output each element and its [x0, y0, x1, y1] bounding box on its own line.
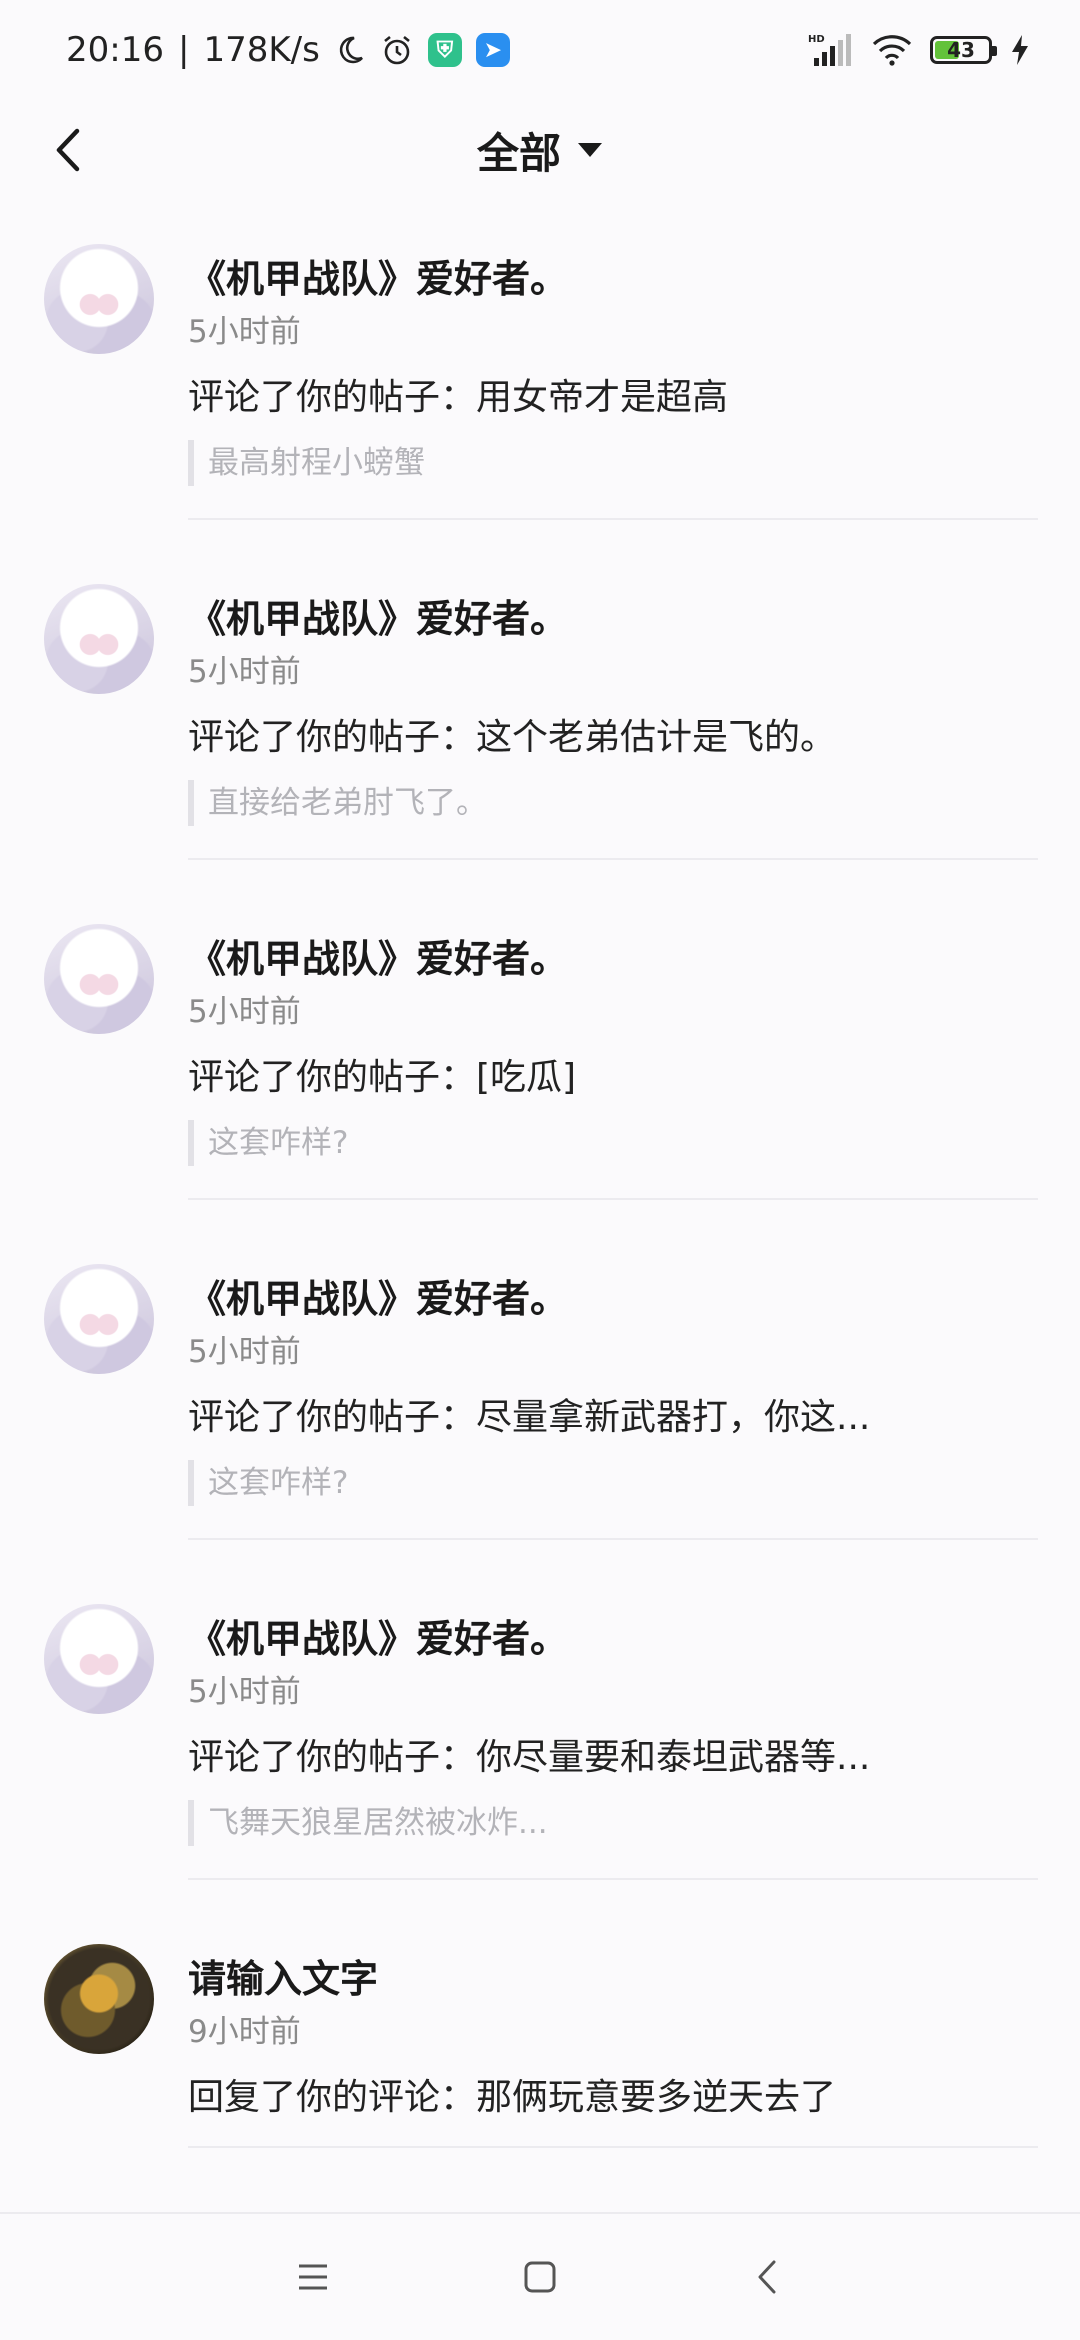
page-header: 全部 [0, 100, 1080, 200]
signal-icon: HD [808, 32, 854, 68]
timestamp: 5小时前 [188, 314, 301, 350]
avatar[interactable] [44, 924, 154, 1034]
timestamp: 5小时前 [188, 1674, 301, 1710]
status-separator: | [177, 30, 190, 70]
battery-level: 43 [947, 38, 975, 62]
divider [188, 1878, 1038, 1880]
timestamp: 5小时前 [188, 654, 301, 690]
network-speed: 178K/s [203, 30, 320, 70]
home-button[interactable] [510, 2247, 570, 2307]
charging-bolt-icon [1010, 34, 1030, 66]
quoted-post[interactable]: 这套咋样? [188, 1120, 348, 1166]
quoted-post[interactable]: 这套咋样? [188, 1460, 348, 1506]
divider [188, 1538, 1038, 1540]
notification-item[interactable]: 《机甲战队》爱好者。 5小时前 评论了你的帖子：尽量拿新武器打，你这... 这套… [0, 1240, 1080, 1580]
timestamp: 9小时前 [188, 2014, 301, 2050]
moon-icon [334, 34, 366, 66]
timestamp: 5小时前 [188, 994, 301, 1030]
page-title: 全部 [476, 128, 561, 178]
user-name[interactable]: 《机甲战队》爱好者。 [188, 1268, 568, 1323]
app-notification-icon: ➤ [475, 33, 510, 67]
notification-item[interactable]: 《机甲战队》爱好者。 5小时前 评论了你的帖子：你尽量要和泰坦武器等... 飞舞… [0, 1580, 1080, 1920]
back-button[interactable] [40, 122, 96, 178]
user-name[interactable]: 《机甲战队》爱好者。 [188, 248, 568, 303]
battery-icon: 43 [930, 36, 997, 64]
menu-icon [299, 2264, 328, 2290]
svg-text:HD: HD [808, 34, 825, 45]
comment-text[interactable]: 评论了你的帖子：这个老弟估计是飞的。 [188, 708, 836, 760]
notification-item[interactable]: 《机甲战队》爱好者。 5小时前 评论了你的帖子：这个老弟估计是飞的。 直接给老弟… [0, 560, 1080, 900]
user-name[interactable]: 《机甲战队》爱好者。 [188, 588, 568, 643]
comment-text[interactable]: 评论了你的帖子：[吃瓜] [188, 1048, 576, 1100]
avatar[interactable] [44, 584, 154, 694]
chevron-left-icon [56, 128, 80, 172]
quoted-post[interactable]: 最高射程小螃蟹 [188, 440, 425, 486]
status-bar: 20:16 | 178K/s ⛨ ➤ HD 43 [0, 0, 1080, 100]
home-square-icon [524, 2261, 556, 2293]
comment-text[interactable]: 评论了你的帖子：用女帝才是超高 [188, 368, 728, 420]
user-name[interactable]: 《机甲战队》爱好者。 [188, 1608, 568, 1663]
back-arrow-icon [758, 2260, 776, 2294]
reply-text[interactable]: 回复了你的评论：那俩玩意要多逆天去了 [188, 2068, 836, 2120]
avatar[interactable] [44, 1944, 154, 2054]
avatar[interactable] [44, 1264, 154, 1374]
timestamp: 5小时前 [188, 1334, 301, 1370]
nav-back-button[interactable] [737, 2247, 797, 2307]
quoted-post[interactable]: 飞舞天狼星居然被冰炸... [188, 1800, 548, 1846]
status-bar-right: HD 43 [808, 32, 1030, 68]
avatar[interactable] [44, 244, 154, 354]
avatar[interactable] [44, 1604, 154, 1714]
notification-item[interactable]: 《机甲战队》爱好者。 5小时前 评论了你的帖子：[吃瓜] 这套咋样? [0, 900, 1080, 1240]
menu-button[interactable] [283, 2247, 343, 2307]
notification-item[interactable]: 请输入文字 9小时前 回复了你的评论：那俩玩意要多逆天去了 [0, 1920, 1080, 2180]
divider [188, 518, 1038, 520]
divider [188, 1198, 1038, 1200]
divider [188, 2146, 1038, 2148]
status-bar-left: 20:16 | 178K/s ⛨ ➤ [66, 30, 510, 70]
system-nav-bar [0, 2212, 1080, 2340]
quoted-post[interactable]: 直接给老弟肘飞了。 [188, 780, 487, 826]
wifi-icon [872, 34, 912, 66]
user-name[interactable]: 请输入文字 [188, 1948, 378, 2003]
divider [188, 858, 1038, 860]
notification-item[interactable]: 《机甲战队》爱好者。 5小时前 评论了你的帖子：用女帝才是超高 最高射程小螃蟹 [0, 220, 1080, 560]
clock: 20:16 [66, 30, 164, 70]
filter-dropdown[interactable]: 全部 [477, 120, 603, 181]
user-name[interactable]: 《机甲战队》爱好者。 [188, 928, 568, 983]
comment-text[interactable]: 评论了你的帖子：你尽量要和泰坦武器等... [188, 1728, 870, 1780]
alarm-icon [380, 33, 414, 67]
comment-text[interactable]: 评论了你的帖子：尽量拿新武器打，你这... [188, 1388, 870, 1440]
shield-app-icon: ⛨ [427, 33, 462, 67]
caret-down-icon [578, 143, 602, 157]
